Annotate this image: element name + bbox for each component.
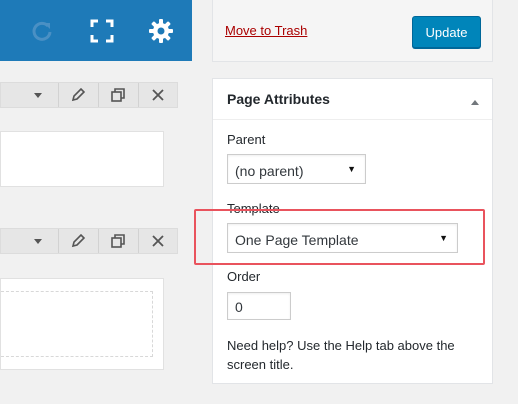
pencil-icon[interactable]: [63, 229, 93, 253]
row-toolbar: [0, 228, 178, 254]
parent-label: Parent: [227, 132, 266, 147]
row-content[interactable]: [0, 131, 164, 187]
caret-down-icon[interactable]: [23, 83, 53, 107]
close-icon[interactable]: [143, 229, 173, 253]
toolbar-divider: [58, 83, 59, 107]
parent-select-value: (no parent): [235, 163, 304, 179]
page-attributes-title: Page Attributes: [227, 91, 330, 107]
toolbar-divider: [138, 83, 139, 107]
toolbar-divider: [138, 229, 139, 253]
row-content[interactable]: [0, 278, 164, 370]
update-button[interactable]: Update: [412, 16, 481, 48]
pencil-icon[interactable]: [63, 83, 93, 107]
close-icon[interactable]: [143, 83, 173, 107]
toolbar-divider: [58, 229, 59, 253]
column-dropzone[interactable]: [1, 291, 153, 357]
help-text: Need help? Use the Help tab above the sc…: [227, 338, 455, 372]
toolbar-divider: [98, 83, 99, 107]
dropdown-arrow-icon: ▼: [347, 164, 356, 174]
page-builder-area: [0, 0, 192, 404]
gear-icon[interactable]: [146, 16, 176, 46]
fullscreen-icon[interactable]: [87, 16, 117, 46]
collapse-toggle-icon[interactable]: [470, 94, 480, 105]
caret-down-icon[interactable]: [23, 229, 53, 253]
builder-toolbar: [0, 0, 192, 61]
order-label: Order: [227, 269, 261, 284]
publish-box: Move to Trash Update: [212, 0, 493, 62]
duplicate-icon[interactable]: [103, 229, 133, 253]
duplicate-icon[interactable]: [103, 83, 133, 107]
order-input[interactable]: 0: [227, 292, 291, 320]
toolbar-divider: [98, 229, 99, 253]
template-highlight-annotation: [194, 209, 485, 265]
refresh-icon[interactable]: [27, 16, 57, 46]
page-attributes-header[interactable]: Page Attributes: [213, 79, 492, 120]
row-toolbar: [0, 82, 178, 108]
parent-select[interactable]: (no parent) ▼: [227, 154, 366, 184]
move-to-trash-link[interactable]: Move to Trash: [225, 23, 307, 38]
